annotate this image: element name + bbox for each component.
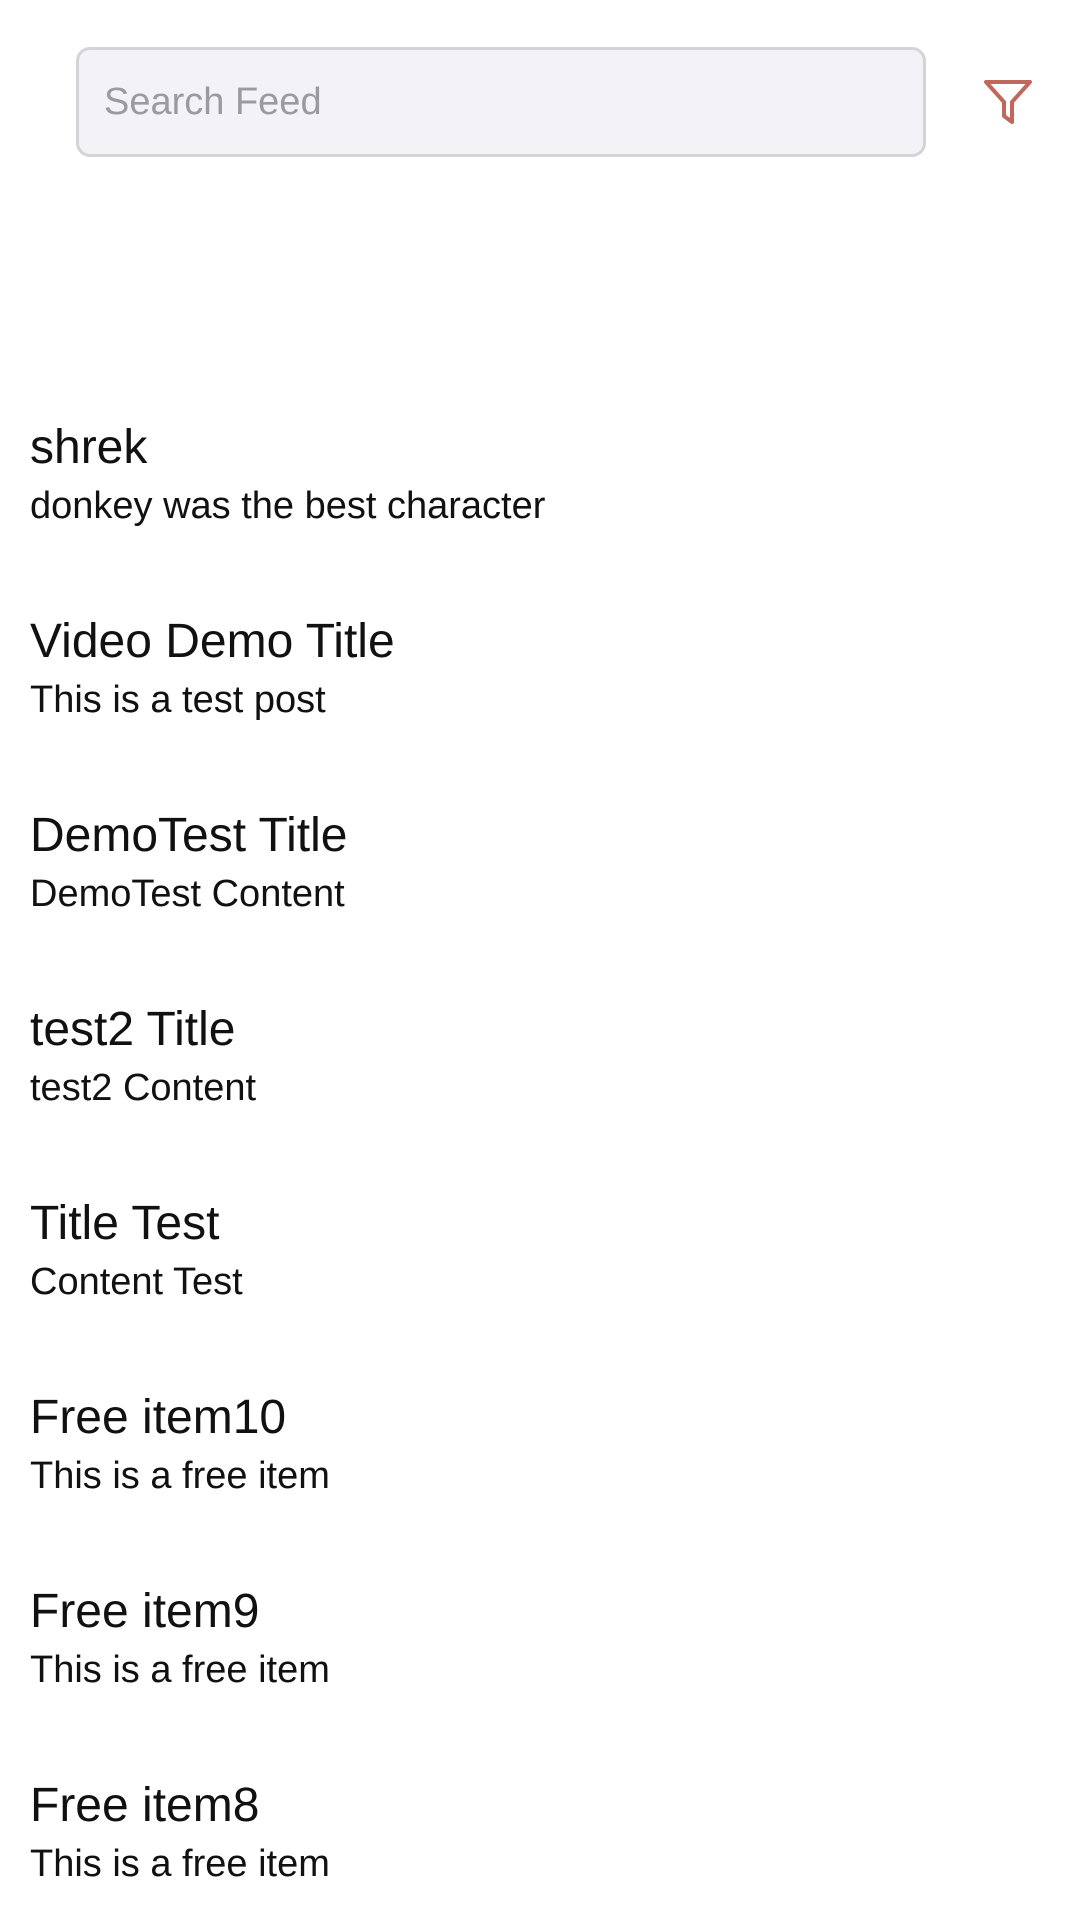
feed-item-content: donkey was the best character: [30, 485, 546, 527]
feed-item-content: This is a free item: [30, 1649, 330, 1691]
feed-item[interactable]: DemoTest Title DemoTest Content: [0, 806, 1080, 1000]
feed-item[interactable]: shrek donkey was the best character: [0, 418, 1080, 612]
search-input[interactable]: [79, 50, 923, 154]
feed-item-content: test2 Content: [30, 1067, 257, 1109]
feed-screen: shrek donkey was the best character Vide…: [0, 0, 1080, 1920]
feed-item[interactable]: Title Test Content Test: [0, 1194, 1080, 1388]
feed-item-content: This is a test post: [30, 679, 326, 721]
feed-list: shrek donkey was the best character Vide…: [0, 418, 1080, 1920]
search-bar[interactable]: [76, 47, 926, 157]
feed-item[interactable]: test2 Title test2 Content: [0, 1000, 1080, 1194]
feed-item-content: This is a free item: [30, 1455, 330, 1497]
feed-item-content: DemoTest Content: [30, 873, 345, 915]
feed-item-title: shrek: [30, 421, 148, 474]
feed-item-title: Video Demo Title: [30, 615, 395, 668]
feed-item-title: Free item8: [30, 1779, 260, 1832]
feed-item-title: Title Test: [30, 1197, 220, 1250]
feed-item-title: test2 Title: [30, 1003, 236, 1056]
feed-item-content: This is a free item: [30, 1843, 330, 1885]
feed-item-content: Content Test: [30, 1261, 243, 1303]
feed-item[interactable]: Free item10 This is a free item: [0, 1388, 1080, 1582]
filter-button[interactable]: [975, 72, 1041, 132]
feed-item-title: Free item10: [30, 1391, 287, 1444]
feed-item[interactable]: Free item9 This is a free item: [0, 1582, 1080, 1776]
feed-item[interactable]: Video Demo Title This is a test post: [0, 612, 1080, 806]
feed-item-title: Free item9: [30, 1585, 260, 1638]
feed-item[interactable]: Free item8 This is a free item: [0, 1776, 1080, 1920]
filter-icon: [984, 80, 1032, 124]
feed-item-title: DemoTest Title: [30, 809, 348, 862]
